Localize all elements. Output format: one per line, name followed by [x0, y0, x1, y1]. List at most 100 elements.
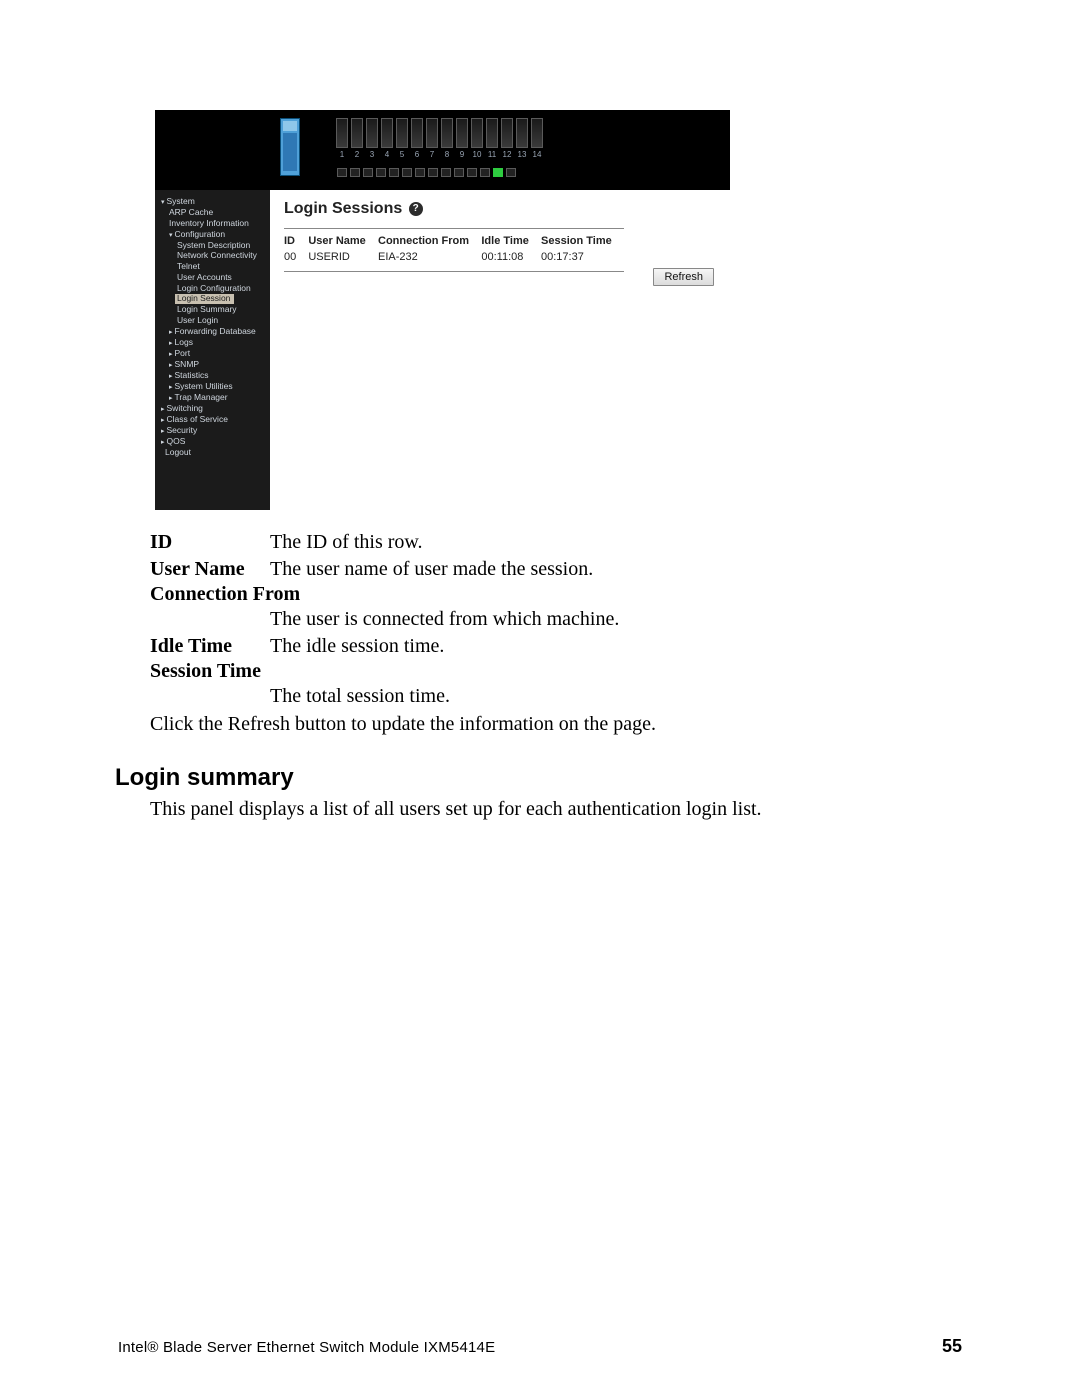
nav-arp-cache[interactable]: ARP Cache — [159, 208, 266, 218]
content-pane: Login Sessions ? ID User Name Connection… — [270, 190, 730, 510]
def-desc: The user is connected from which machine… — [150, 607, 930, 632]
led — [467, 168, 477, 177]
port[interactable]: 5 — [395, 118, 409, 159]
led-active — [493, 168, 503, 177]
def-term: ID — [150, 530, 270, 555]
definition-list: ID The ID of this row. User Name The use… — [150, 530, 930, 709]
page-footer: Intel® Blade Server Ethernet Switch Modu… — [118, 1336, 962, 1357]
table-row: 00 USERID EIA-232 00:11:08 00:17:37 — [284, 249, 624, 265]
nav-statistics[interactable]: Statistics — [159, 371, 266, 381]
def-term: Idle Time — [150, 634, 270, 659]
app-screenshot: 1 2 3 4 5 6 7 8 9 10 11 12 13 14 — [155, 110, 730, 510]
nav-login-summary[interactable]: Login Summary — [159, 305, 266, 315]
nav-logout[interactable]: Logout — [159, 448, 266, 458]
led — [428, 168, 438, 177]
led — [402, 168, 412, 177]
led-row — [337, 168, 516, 177]
refresh-button[interactable]: Refresh — [653, 268, 714, 286]
col-user-name: User Name — [308, 233, 378, 249]
col-id: ID — [284, 233, 308, 249]
nav-network-connectivity[interactable]: Network Connectivity — [159, 251, 266, 261]
nav-class-of-service[interactable]: Class of Service — [159, 415, 266, 425]
cell-user: USERID — [308, 249, 378, 265]
nav-telnet[interactable]: Telnet — [159, 262, 266, 272]
led — [480, 168, 490, 177]
col-session-time: Session Time — [541, 233, 624, 249]
nav-user-login[interactable]: User Login — [159, 316, 266, 326]
def-desc: The user name of user made the session. — [270, 557, 930, 582]
nav-forwarding-database[interactable]: Forwarding Database — [159, 327, 266, 337]
nav-user-accounts[interactable]: User Accounts — [159, 273, 266, 283]
port[interactable]: 4 — [380, 118, 394, 159]
nav-tree: System ARP Cache Inventory Information C… — [155, 190, 270, 510]
port[interactable]: 7 — [425, 118, 439, 159]
led — [363, 168, 373, 177]
help-icon[interactable]: ? — [409, 202, 423, 216]
led — [389, 168, 399, 177]
device-header: 1 2 3 4 5 6 7 8 9 10 11 12 13 14 — [155, 110, 730, 190]
nav-logs[interactable]: Logs — [159, 338, 266, 348]
led — [350, 168, 360, 177]
def-connection-from: Connection From The user is connected fr… — [150, 582, 930, 632]
def-idle-time: Idle Time The idle session time. — [150, 634, 930, 659]
port[interactable]: 1 — [335, 118, 349, 159]
def-desc: The total session time. — [150, 684, 930, 709]
port[interactable]: 14 — [530, 118, 544, 159]
led — [454, 168, 464, 177]
footer-product: Intel® Blade Server Ethernet Switch Modu… — [118, 1339, 495, 1356]
port[interactable]: 8 — [440, 118, 454, 159]
table-header-row: ID User Name Connection From Idle Time S… — [284, 233, 624, 249]
nav-qos[interactable]: QOS — [159, 437, 266, 447]
nav-inventory-info[interactable]: Inventory Information — [159, 219, 266, 229]
nav-login-session[interactable]: Login Session — [159, 294, 266, 304]
nav-system-utilities[interactable]: System Utilities — [159, 382, 266, 392]
nav-trap-manager[interactable]: Trap Manager — [159, 393, 266, 403]
port[interactable]: 13 — [515, 118, 529, 159]
def-session-time: Session Time The total session time. — [150, 659, 930, 709]
col-connection-from: Connection From — [378, 233, 481, 249]
port[interactable]: 2 — [350, 118, 364, 159]
page-title: Login Sessions ? — [284, 200, 716, 218]
port[interactable]: 10 — [470, 118, 484, 159]
port-row: 1 2 3 4 5 6 7 8 9 10 11 12 13 14 — [335, 118, 544, 159]
def-desc: The idle session time. — [270, 634, 930, 659]
port[interactable]: 11 — [485, 118, 499, 159]
nav-security[interactable]: Security — [159, 426, 266, 436]
led — [376, 168, 386, 177]
led — [441, 168, 451, 177]
def-desc: The ID of this row. — [270, 530, 930, 555]
def-term: Session Time — [150, 659, 930, 684]
section-body: This panel displays a list of all users … — [150, 798, 930, 821]
nav-system[interactable]: System — [159, 197, 266, 207]
cell-sess: 00:17:37 — [541, 249, 624, 265]
cell-idle: 00:11:08 — [481, 249, 541, 265]
cell-id: 00 — [284, 249, 308, 265]
port[interactable]: 12 — [500, 118, 514, 159]
footer-page-number: 55 — [942, 1336, 962, 1357]
port[interactable]: 3 — [365, 118, 379, 159]
nav-login-configuration[interactable]: Login Configuration — [159, 284, 266, 294]
def-term: Connection From — [150, 582, 930, 607]
nav-configuration[interactable]: Configuration — [159, 230, 266, 240]
def-term: User Name — [150, 557, 270, 582]
nav-port[interactable]: Port — [159, 349, 266, 359]
led — [415, 168, 425, 177]
led — [506, 168, 516, 177]
def-user-name: User Name The user name of user made the… — [150, 557, 930, 582]
section-heading-login-summary: Login summary — [115, 764, 930, 792]
port[interactable]: 6 — [410, 118, 424, 159]
def-id: ID The ID of this row. — [150, 530, 930, 555]
led — [337, 168, 347, 177]
nav-snmp[interactable]: SNMP — [159, 360, 266, 370]
session-table: ID User Name Connection From Idle Time S… — [284, 233, 624, 265]
session-table-wrap: ID User Name Connection From Idle Time S… — [284, 228, 624, 272]
app-body: System ARP Cache Inventory Information C… — [155, 190, 730, 510]
col-idle-time: Idle Time — [481, 233, 541, 249]
cell-conn: EIA-232 — [378, 249, 481, 265]
nav-switching[interactable]: Switching — [159, 404, 266, 414]
page: 1 2 3 4 5 6 7 8 9 10 11 12 13 14 — [0, 0, 1080, 1397]
nav-system-description[interactable]: System Description — [159, 241, 266, 251]
switch-module-icon — [280, 118, 300, 176]
port[interactable]: 9 — [455, 118, 469, 159]
refresh-note: Click the Refresh button to update the i… — [150, 713, 930, 736]
